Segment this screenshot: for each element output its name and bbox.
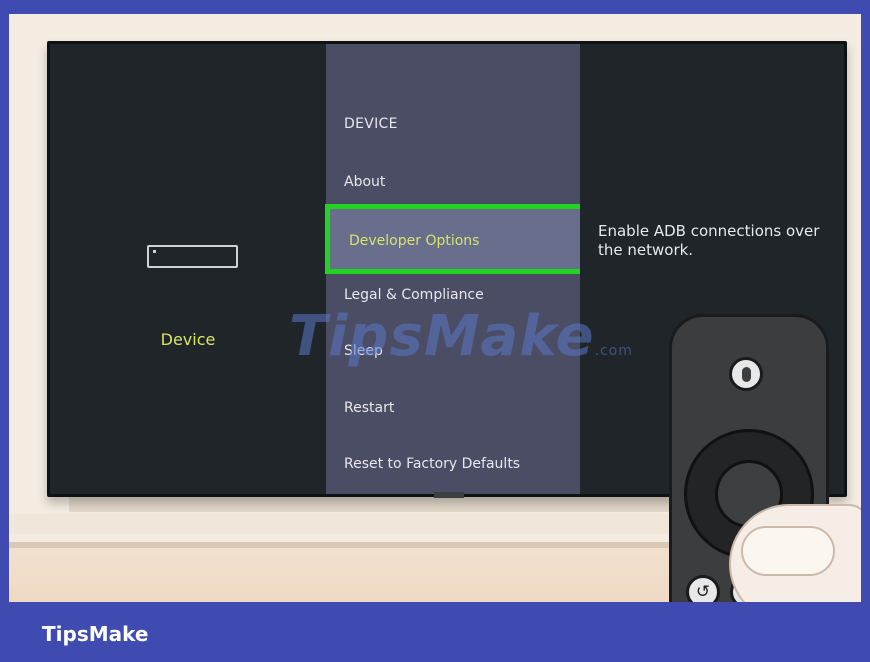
device-category-pane: Device — [50, 44, 326, 494]
menu-item-about[interactable]: About — [344, 174, 385, 190]
menu-item-legal-compliance[interactable]: Legal & Compliance — [344, 287, 484, 303]
menu-item-restart[interactable]: Restart — [344, 400, 394, 416]
hand-illustration — [729, 504, 861, 602]
mic-icon[interactable] — [729, 357, 763, 391]
watermark-suffix: .com — [594, 343, 633, 359]
tv-foot — [434, 492, 464, 498]
page-frame: Device DEVICE About Developer Options Le… — [0, 0, 870, 662]
brand-banner: TipsMake — [0, 602, 870, 662]
menu-header: DEVICE — [344, 116, 398, 132]
watermark-text: TipsMake — [289, 304, 595, 369]
menu-item-label: Developer Options — [349, 233, 480, 249]
illustration-scene: Device DEVICE About Developer Options Le… — [9, 14, 861, 602]
device-category-label: Device — [160, 330, 216, 349]
device-icon — [147, 245, 238, 268]
watermark: TipsMake.com — [289, 304, 633, 369]
option-description: Enable ADB connections over the network. — [598, 222, 820, 259]
back-icon[interactable]: ↺ — [686, 575, 720, 602]
brand-name: TipsMake — [42, 622, 149, 646]
menu-item-developer-options[interactable]: Developer Options — [325, 204, 585, 274]
menu-item-reset-factory-defaults[interactable]: Reset to Factory Defaults — [344, 456, 520, 472]
